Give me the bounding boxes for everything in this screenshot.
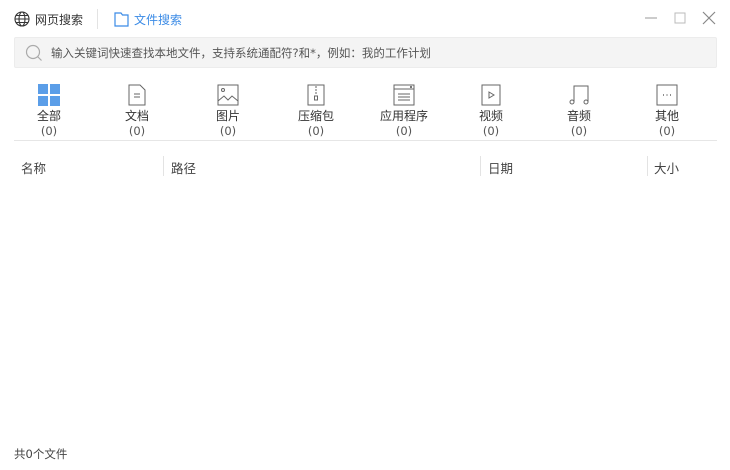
category-count: (0) <box>40 124 58 138</box>
archive-icon <box>307 84 325 106</box>
category-documents[interactable]: 文档 (0) <box>97 84 177 138</box>
category-count: (0) <box>658 124 676 138</box>
column-header-date[interactable]: 日期 <box>488 158 513 177</box>
audio-icon <box>569 85 589 105</box>
maximize-icon[interactable] <box>672 10 688 26</box>
category-label: 音频 <box>566 109 591 123</box>
category-label: 文档 <box>124 109 149 123</box>
column-header-size[interactable]: 大小 <box>654 158 679 177</box>
category-audio[interactable]: 音频 (0) <box>539 84 619 138</box>
grid-icon <box>38 84 60 106</box>
application-icon <box>393 84 415 106</box>
category-label: 全部 <box>36 109 61 123</box>
image-icon <box>217 84 239 106</box>
column-resize-handle[interactable] <box>480 156 481 176</box>
search-icon <box>25 44 42 61</box>
category-videos[interactable]: 视频 (0) <box>451 84 531 138</box>
globe-icon <box>14 11 30 27</box>
search-input[interactable] <box>51 45 716 60</box>
category-count: (0) <box>482 124 500 138</box>
category-other[interactable]: 其他 (0) <box>627 84 707 138</box>
other-icon <box>656 84 678 106</box>
divider <box>97 9 98 29</box>
category-all[interactable]: 全部 (0) <box>9 84 89 138</box>
category-count: (0) <box>219 124 237 138</box>
category-label: 应用程序 <box>379 109 428 123</box>
tab-label: 网页搜索 <box>35 12 84 27</box>
column-resize-handle[interactable] <box>647 156 648 176</box>
category-label: 图片 <box>215 109 240 123</box>
category-count: (0) <box>307 124 325 138</box>
category-archives[interactable]: 压缩包 (0) <box>276 84 356 138</box>
category-images[interactable]: 图片 (0) <box>188 84 268 138</box>
search-bar[interactable] <box>14 37 717 68</box>
column-header-path[interactable]: 路径 <box>171 158 196 177</box>
tab-label: 文件搜索 <box>134 12 183 27</box>
video-icon <box>481 84 501 106</box>
tab-web-search[interactable]: 网页搜索 <box>14 10 83 28</box>
category-label: 压缩包 <box>297 109 334 123</box>
folder-icon <box>114 12 129 27</box>
status-file-count: 共0个文件 <box>14 447 68 461</box>
category-label: 视频 <box>478 109 503 123</box>
minimize-icon[interactable] <box>643 10 659 26</box>
category-count: (0) <box>570 124 588 138</box>
category-count: (0) <box>395 124 413 138</box>
tab-file-search[interactable]: 文件搜索 <box>114 10 182 28</box>
close-icon[interactable] <box>701 10 717 26</box>
column-resize-handle[interactable] <box>163 156 164 176</box>
document-icon <box>128 84 146 106</box>
category-label: 其他 <box>654 109 679 123</box>
category-applications[interactable]: 应用程序 (0) <box>364 84 444 138</box>
category-count: (0) <box>128 124 146 138</box>
column-header-name[interactable]: 名称 <box>21 158 46 177</box>
divider <box>14 140 717 141</box>
